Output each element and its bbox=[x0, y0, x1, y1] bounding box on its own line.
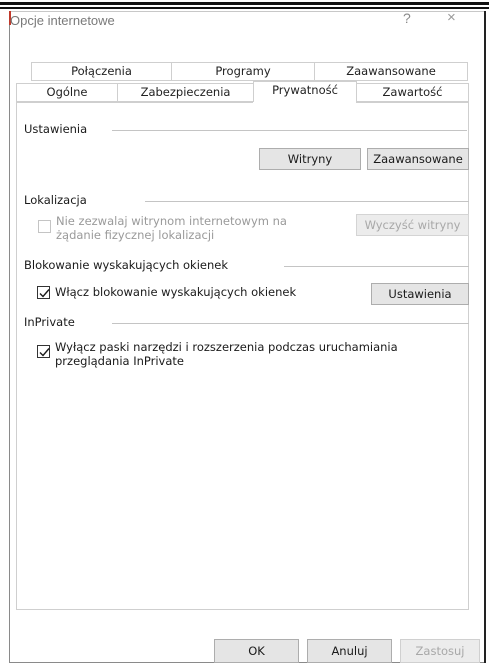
inprivate-checkbox[interactable] bbox=[37, 345, 50, 358]
panel-border bbox=[16, 102, 253, 103]
group-divider bbox=[112, 323, 469, 324]
settings-group-label: Ustawienia bbox=[24, 122, 88, 136]
cancel-button[interactable]: Anuluj bbox=[307, 639, 392, 663]
inprivate-group-label: InPrivate bbox=[24, 315, 75, 329]
location-checkbox-label-line1: Nie zezwalaj witrynom internetowym na bbox=[56, 214, 287, 228]
popup-checkbox[interactable] bbox=[37, 286, 50, 299]
top-divider-2 bbox=[0, 7, 489, 9]
help-icon[interactable]: ? bbox=[403, 10, 411, 26]
tab-polaczenia[interactable]: Połączenia bbox=[31, 62, 172, 81]
location-checkbox[interactable] bbox=[38, 220, 51, 233]
panel-border bbox=[356, 102, 469, 103]
tab-prywatnosc[interactable]: Prywatność bbox=[253, 81, 357, 102]
popup-group-label: Blokowanie wyskakujących okienek bbox=[24, 258, 229, 272]
tab-ogolne[interactable]: Ogólne bbox=[16, 83, 118, 102]
group-divider bbox=[112, 130, 467, 131]
inprivate-checkbox-label-line2: przeglądania InPrivate bbox=[55, 354, 184, 368]
popup-checkbox-label: Włącz blokowanie wyskakujących okienek bbox=[55, 285, 297, 299]
top-divider bbox=[0, 2, 489, 5]
tab-zawartosc[interactable]: Zawartość bbox=[356, 83, 469, 102]
dialog-title: Opcje internetowe bbox=[10, 13, 115, 28]
apply-button[interactable]: Zastosuj bbox=[400, 639, 480, 663]
clear-sites-button[interactable]: Wyczyść witryny bbox=[356, 214, 469, 236]
location-group-label: Lokalizacja bbox=[24, 193, 87, 207]
tab-zabezpieczenia[interactable]: Zabezpieczenia bbox=[117, 83, 254, 102]
sites-button[interactable]: Witryny bbox=[259, 148, 361, 170]
window-edge bbox=[484, 11, 486, 663]
ok-button[interactable]: OK bbox=[214, 639, 299, 663]
group-divider bbox=[145, 201, 469, 202]
tab-programy[interactable]: Programy bbox=[171, 62, 315, 81]
location-checkbox-label-line2: żądanie fizycznej lokalizacji bbox=[56, 228, 215, 242]
close-icon[interactable]: × bbox=[447, 9, 456, 26]
inprivate-checkbox-label-line1: Wyłącz paski narzędzi i rozszerzenia pod… bbox=[55, 340, 398, 354]
checkmark-icon bbox=[39, 289, 50, 298]
group-divider bbox=[284, 266, 469, 267]
popup-settings-button[interactable]: Ustawienia bbox=[371, 283, 469, 305]
tab-zaawansowane[interactable]: Zaawansowane bbox=[314, 62, 468, 81]
advanced-button[interactable]: Zaawansowane bbox=[367, 148, 469, 170]
checkmark-icon bbox=[39, 348, 50, 357]
